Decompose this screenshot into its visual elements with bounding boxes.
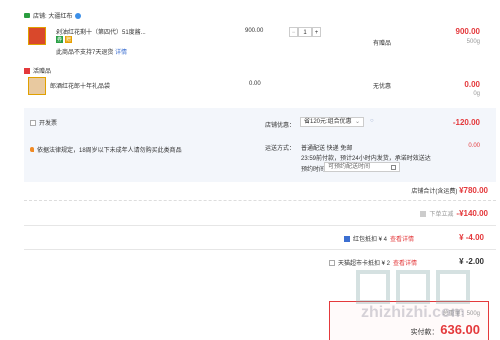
divider [24,225,496,226]
gift-price: 0.00 [249,81,261,87]
tag: 赠 [65,36,73,43]
card-label: 天猫超市卡抵扣 ¥ 2 [338,261,391,267]
decrease-button[interactable]: − [289,27,298,37]
appointment-label: 预约时间 [301,167,326,173]
divider [24,200,496,201]
info-icon[interactable]: ○ [370,118,374,124]
chevron-down-icon: ⌄ [354,119,360,125]
tag: 券 [56,36,64,43]
calendar-icon [391,165,396,170]
gift-icon [24,67,30,74]
quantity-input[interactable]: 1 [298,27,312,37]
store-icon [24,13,30,18]
detail-link[interactable]: 详情 [115,50,127,56]
gift-section-title: 活赠品 [33,69,52,75]
age-notice: 依据法律规定，18周岁以下未成年人请勿购买此类商品 [30,145,182,154]
coupon-amount: -120.00 [452,118,480,127]
store-header: 店铺: 大疆红布 [24,11,82,20]
card-value: ¥ -2.00 [459,257,484,266]
discount-value: -¥140.00 [456,209,488,218]
coupon-label: 店铺优惠： [265,123,296,129]
quantity-stepper[interactable]: − 1 + [289,27,321,37]
gift-row: 郎酒红花郎十年礼品袋 0.00 无优惠 0.00 0g [24,76,496,100]
unit-price: 900.00 [245,28,264,34]
contact-icon[interactable] [75,12,82,19]
redpacket-line: 红包抵扣 ¥ 4 查看详情 [344,234,414,243]
pay-amount: 实付款： 636.00 [411,322,480,337]
redpacket-checkbox[interactable] [344,235,350,242]
gift-title[interactable]: 郎酒红花郎十年礼品袋 [50,81,110,90]
coupon-select-value: 省120元:组合优惠 [304,119,352,125]
discount-line: 下单立减 -¥140.00 [420,209,488,218]
gift-discount: 无优惠 [373,84,392,90]
product-thumbnail[interactable] [28,27,46,45]
gift-label: 有赠品 [373,41,392,47]
gift-section-label: 活赠品 [24,66,51,75]
store-total: 店铺合计(含运费) ¥780.00 [411,186,488,195]
item-total: 900.00 [455,27,480,36]
total-weight: 总重量：500g [443,308,480,317]
location-icon [30,147,34,152]
shipping-method: 普通配送 快递 免邮 [301,146,353,152]
gift-total: 0.00 [464,80,480,89]
shipping-label: 运送方式： [265,146,296,152]
pay-value: 636.00 [440,322,480,337]
weight-label: 总重量： [442,311,467,317]
invoice-checkbox[interactable] [30,119,36,126]
pay-label: 实付款： [410,329,439,336]
redpacket-value: ¥ -4.00 [459,233,484,242]
appointment-input[interactable]: 可预约配送时间 [324,162,400,172]
card-detail-link[interactable]: 查看详情 [393,258,417,267]
watermark-logo [328,270,498,304]
store-name[interactable]: 店铺: 大疆红布 [33,11,72,20]
product-title[interactable]: 剁油红花剩十（第四代）51度酱... [56,27,146,36]
appointment-value: 可预约配送时间 [328,164,371,170]
card-line: 天猫超市卡抵扣 ¥ 2 查看详情 [329,258,417,267]
shipping-amount: 0.00 [468,143,480,149]
shipping-note: 23:59前付款，预计24小时内发货，承诺时效送达 [301,156,431,162]
gift-thumbnail[interactable] [28,77,46,95]
store-total-label: 店铺合计(含运费) [411,189,458,195]
age-notice-text: 依据法律规定，18周岁以下未成年人请勿购买此类商品 [37,148,182,154]
return-note: 此商品不支持7天退货 详情 [56,47,127,56]
card-checkbox[interactable] [329,259,335,266]
invoice-option[interactable]: 开发票 [30,118,57,127]
return-note-text: 此商品不支持7天退货 [56,50,114,56]
increase-button[interactable]: + [312,27,321,37]
store-total-value: ¥780.00 [459,186,488,195]
order-options: 开发票 依据法律规定，18周岁以下未成年人请勿购买此类商品 店铺优惠： 省120… [24,108,496,182]
divider [24,249,496,250]
discount-checkbox[interactable] [420,210,427,217]
payment-summary: 总重量：500g 实付款： 636.00 [329,301,489,340]
redpacket-label: 红包抵扣 ¥ 4 [353,237,388,243]
weight-value: 500g [466,311,480,317]
coupon-select[interactable]: 省120元:组合优惠 ⌄ [300,117,364,127]
invoice-label: 开发票 [39,121,58,127]
redpacket-detail-link[interactable]: 查看详情 [390,234,414,243]
product-tags: 券 赠 [56,36,73,43]
item-weight: 500g [466,39,480,45]
gift-weight: 0g [473,91,480,97]
discount-label: 下单立减 [429,212,454,218]
product-row: 剁油红花剩十（第四代）51度酱... 券 赠 此商品不支持7天退货 详情 900… [24,24,496,60]
